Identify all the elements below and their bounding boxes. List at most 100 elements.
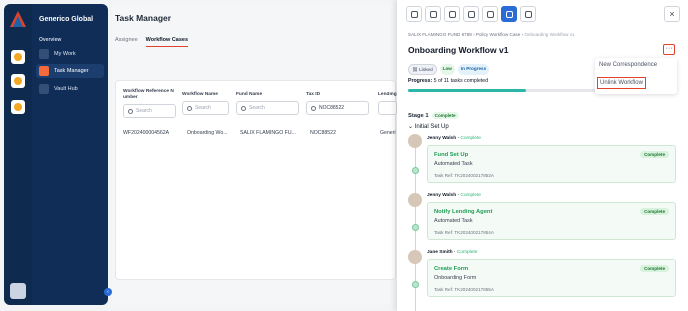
breadcrumb-current: Onboarding Workflow v1 (524, 32, 575, 37)
status-badges: ⛓ Linked Low In Progress (408, 64, 490, 75)
linked-badge: ⛓ Linked (408, 64, 437, 75)
progress-fill (408, 89, 526, 92)
fund-name-search-input[interactable]: Search (236, 101, 299, 115)
page-title: Task Manager (115, 13, 172, 23)
cloud-icon[interactable] (425, 6, 441, 22)
tab-workflow-cases[interactable]: Workflow Cases (145, 37, 189, 47)
task-title: Fund Set Up (434, 152, 469, 158)
panel-toolbar (406, 6, 536, 22)
task-ref: Task Ref: TK202400217854A (434, 230, 494, 235)
priority-badge: Low (439, 64, 455, 75)
task-card[interactable]: Create Form Onboarding Form Task Ref: TK… (427, 259, 676, 297)
column-header: Workflow Reference N umber (123, 89, 174, 100)
progress-text: Progress: 5 of 11 tasks completed (408, 78, 489, 84)
task-title: Create Form (434, 266, 469, 272)
breadcrumb: SALIX FLAMINGO FUND 6789 › Policy Workfl… (408, 32, 575, 37)
briefcase-icon (39, 49, 49, 59)
workflow-title: Onboarding Workflow v1 (408, 45, 509, 55)
lending-agent-search-input[interactable] (378, 101, 397, 115)
column-workflow-name: Workflow Name Search (182, 92, 229, 115)
bell-icon (39, 66, 49, 76)
status-badge: In Progress (457, 64, 490, 75)
chevron-down-icon: ⌄ (408, 124, 414, 130)
collapse-sidebar-button[interactable]: ‹ (104, 288, 112, 296)
tab-bar: Assignee Workflow Cases (115, 37, 189, 47)
app-switch-icon[interactable] (11, 74, 25, 88)
table-row[interactable]: WF202400004562A Onboarding Wo... SALIX F… (116, 126, 397, 140)
task-ref: Task Ref: TK202400217855A (434, 287, 494, 292)
stage-header: Stage 1 Complete (408, 112, 459, 119)
search-icon (311, 105, 316, 111)
sidebar-item-vault-hub[interactable]: Vault Hub (36, 82, 104, 96)
workflow-table: Workflow Reference N umber Search Workfl… (115, 80, 397, 280)
column-header: Lending A (378, 92, 397, 97)
main-content: Task Manager Assignee Workflow Cases Wor… (112, 4, 397, 305)
search-icon (241, 105, 246, 111)
cell-workflow-name: Onboarding Wo... (187, 130, 228, 136)
cell-tax-id: NOC88522 (310, 130, 336, 136)
column-header: Tax ID (306, 92, 321, 97)
org-name: Generico Global (39, 16, 94, 23)
task-status-badge: Complete (640, 151, 669, 158)
menu-item-unlink-workflow[interactable]: Unlink Workflow (597, 77, 646, 89)
workflow-icon[interactable] (501, 6, 517, 22)
stage-label: Stage 1 (408, 112, 429, 119)
sidebar-section-title: Overview (39, 37, 62, 43)
user-avatar[interactable] (10, 283, 26, 299)
folder-icon[interactable] (444, 6, 460, 22)
sidebar: Generico Global Overview My Work Task Ma… (32, 4, 108, 305)
mail-icon[interactable] (520, 6, 536, 22)
column-fund-name: Fund Name Search (236, 92, 299, 115)
search-icon (128, 108, 133, 114)
workflow-name-search-input[interactable]: Search (182, 101, 229, 115)
menu-item-new-correspondence[interactable]: New Correspondence (599, 62, 657, 68)
sidebar-item-task-manager[interactable]: Task Manager (36, 64, 104, 78)
avatar (408, 134, 422, 148)
cell-lending-agent: Generi (380, 130, 396, 136)
task-ref: Task Ref: TK202400217853A (434, 173, 494, 178)
close-panel-button[interactable]: × (664, 6, 680, 22)
cell-reference: WF202400004562A (123, 130, 170, 136)
brand-logo-icon (10, 11, 26, 27)
user-icon[interactable] (406, 6, 422, 22)
vault-icon (39, 84, 49, 94)
search-icon (187, 105, 192, 111)
more-options-button[interactable]: ··· (663, 44, 675, 55)
breadcrumb-item[interactable]: Policy Workflow Case (476, 32, 520, 37)
sidebar-item-label: Vault Hub (54, 86, 78, 92)
breadcrumb-item[interactable]: SALIX FLAMINGO FUND 6789 (408, 32, 472, 37)
task-status-badge: Complete (640, 265, 669, 272)
timeline-dot (412, 281, 419, 288)
column-tax-id: Tax ID NOC88522 (306, 92, 369, 115)
link-icon[interactable] (482, 6, 498, 22)
task-assignee: Jane Smith · Complete (427, 250, 478, 255)
timeline-dot (412, 167, 419, 174)
substage-toggle[interactable]: ⌄ Initial Set Up (408, 123, 449, 130)
task-card[interactable]: Notify Lending Agent Automated Task Task… (427, 202, 676, 240)
app-rail (4, 4, 32, 305)
reference-search-input[interactable]: Search (123, 104, 176, 118)
column-header: Fund Name (236, 92, 263, 97)
options-dropdown: New Correspondence Unlink Workflow (595, 58, 677, 94)
task-status-badge: Complete (640, 208, 669, 215)
task-type: Onboarding Form (434, 275, 477, 281)
sidebar-item-label: My Work (54, 51, 76, 57)
tax-id-search-input[interactable]: NOC88522 (306, 101, 369, 115)
sidebar-item-label: Task Manager (54, 68, 89, 74)
column-header: Workflow Name (182, 92, 218, 97)
task-title: Notify Lending Agent (434, 209, 493, 215)
task-card[interactable]: Fund Set Up Automated Task Task Ref: TK2… (427, 145, 676, 183)
task-assignee: Jenny Walsh · Complete (427, 136, 481, 141)
sidebar-item-my-work[interactable]: My Work (36, 47, 104, 61)
avatar (408, 250, 422, 264)
stage-status-badge: Complete (431, 112, 459, 119)
timeline-dot (412, 224, 419, 231)
tab-assignee[interactable]: Assignee (115, 37, 138, 47)
app-switch-icon[interactable] (11, 50, 25, 64)
workflow-detail-panel: × SALIX FLAMINGO FUND 6789 › Policy Work… (397, 0, 688, 311)
cell-fund-name: SALIX FLAMINGO FU... (240, 130, 296, 136)
clipboard-icon[interactable] (463, 6, 479, 22)
task-type: Automated Task (434, 161, 473, 167)
app-switch-icon[interactable] (11, 100, 25, 114)
column-reference: Workflow Reference N umber Search (123, 89, 176, 118)
